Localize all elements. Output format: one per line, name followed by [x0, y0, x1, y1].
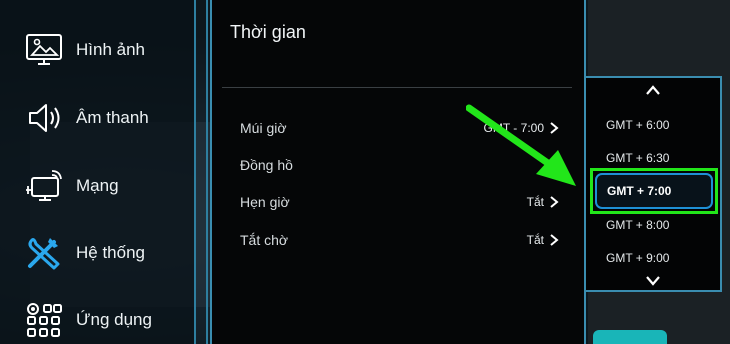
timezone-option[interactable]: GMT + 6:00 [586, 114, 720, 136]
picture-icon [22, 30, 66, 70]
time-settings-panel: Thời gian Múi giờ GMT - 7:00 Đồng hồ Hẹn… [210, 0, 586, 344]
chevron-right-icon [550, 196, 559, 208]
sidebar-item-system[interactable]: Hệ thống [22, 233, 145, 273]
sidebar-item-apps[interactable]: Ứng dụng [22, 300, 152, 340]
setting-row-timezone[interactable]: Múi giờ GMT - 7:00 [240, 116, 560, 140]
selected-option-highlight: GMT + 7:00 [590, 168, 718, 214]
sidebar-divider [206, 0, 208, 344]
timezone-option[interactable]: GMT + 9:00 [586, 247, 720, 269]
tools-icon [22, 233, 66, 273]
timezone-option[interactable]: GMT + 6:30 [586, 147, 720, 169]
sleep-value: Tắt [526, 233, 544, 247]
setting-value: GMT - 7:00 [484, 121, 560, 135]
sidebar-item-network[interactable]: Mạng [22, 166, 119, 206]
setting-row-timer[interactable]: Hẹn giờ Tắt [240, 190, 560, 214]
page-title: Thời gian [230, 22, 306, 42]
chevron-right-icon [550, 234, 559, 246]
scroll-up-button[interactable] [586, 84, 720, 100]
network-icon [22, 166, 66, 206]
sidebar-item-picture[interactable]: Hình ảnh [22, 30, 145, 70]
setting-label: Tắt chờ [240, 232, 289, 248]
setting-value: Tắt [527, 195, 560, 209]
timezone-value: GMT - 7:00 [483, 121, 544, 135]
scroll-down-button[interactable] [586, 274, 720, 290]
setting-label: Múi giờ [240, 120, 287, 136]
speaker-icon [22, 98, 66, 138]
chevron-down-icon [646, 276, 660, 286]
sidebar-item-label: Hình ảnh [76, 40, 145, 59]
background-tile [593, 330, 667, 344]
timezone-option-selected[interactable]: GMT + 7:00 [595, 173, 713, 209]
chevron-right-icon [550, 122, 559, 134]
sidebar-item-sound[interactable]: Âm thanh [22, 98, 149, 138]
setting-label: Hẹn giờ [240, 194, 290, 210]
chevron-up-icon [646, 85, 660, 95]
sidebar-item-label: Ứng dụng [76, 310, 152, 329]
setting-label: Đồng hồ [240, 157, 293, 173]
sidebar-item-label: Âm thanh [76, 108, 149, 127]
setting-row-clock[interactable]: Đồng hồ [240, 153, 560, 177]
title-divider [222, 87, 572, 88]
setting-row-sleep[interactable]: Tắt chờ Tắt [240, 228, 560, 252]
setting-value: Tắt [527, 233, 560, 247]
sidebar-item-label: Mạng [76, 176, 119, 195]
timezone-dropdown: GMT + 6:00 GMT + 6:30 GMT + 7:00 GMT + 8… [584, 76, 722, 292]
sidebar-item-label: Hệ thống [76, 243, 145, 262]
timer-value: Tắt [526, 195, 544, 209]
settings-sidebar: Hình ảnh Âm thanh Mạng Hệ thống Ứng dụng [0, 0, 196, 344]
apps-icon [22, 300, 66, 340]
timezone-option[interactable]: GMT + 8:00 [586, 214, 720, 236]
